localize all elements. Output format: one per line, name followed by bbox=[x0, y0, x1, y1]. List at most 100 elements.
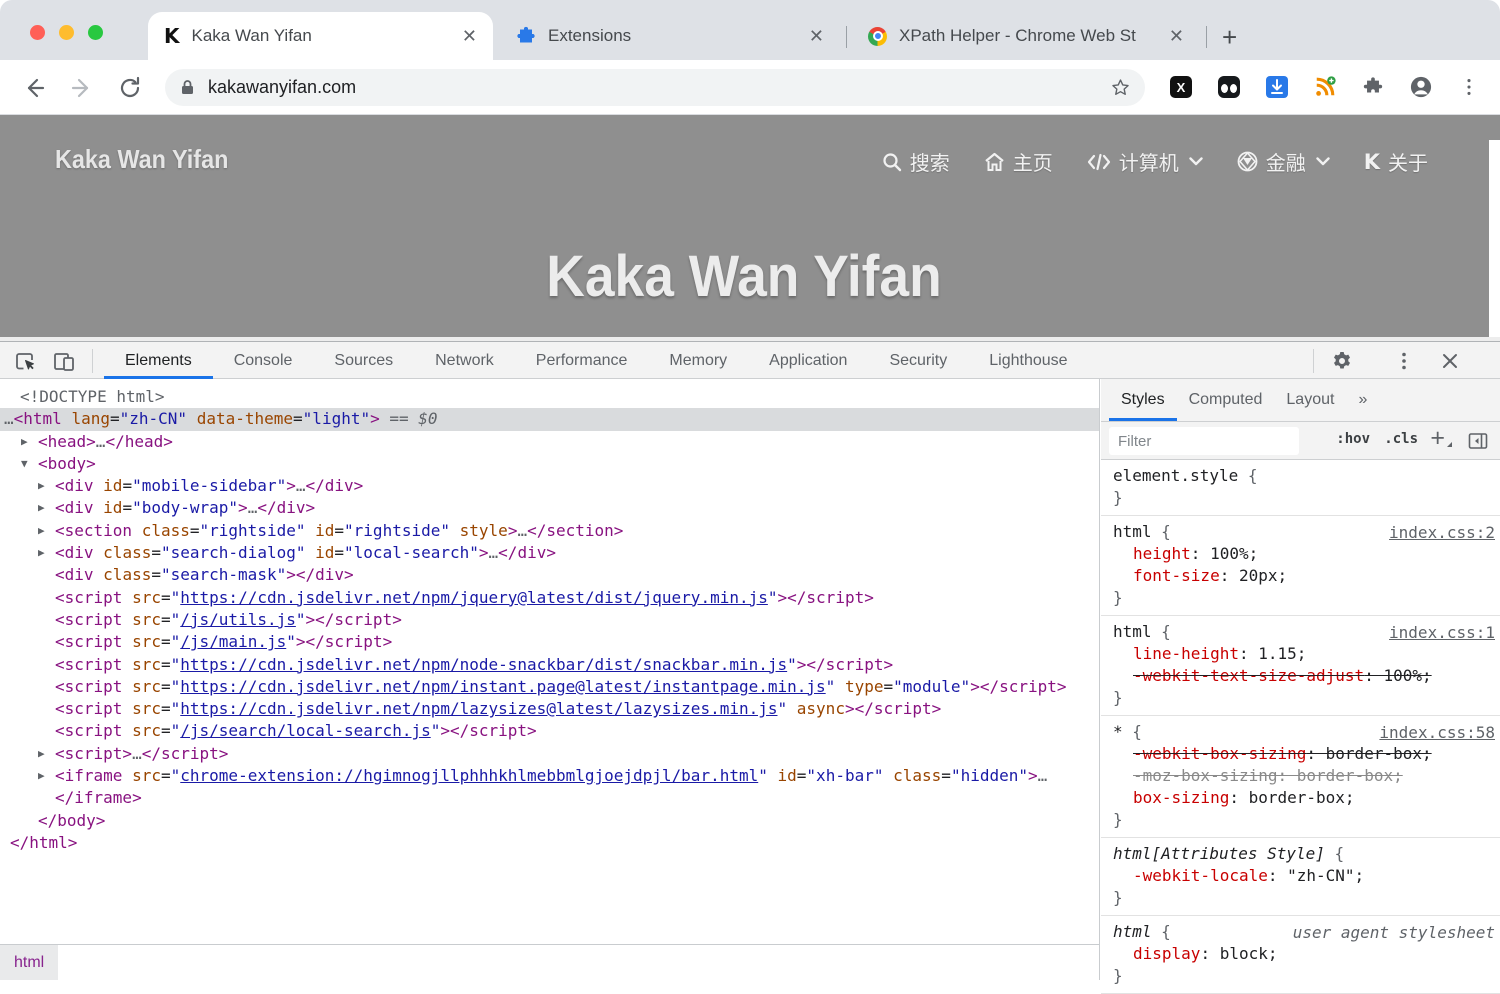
tree-row[interactable]: <!DOCTYPE html> bbox=[0, 386, 1099, 408]
tab-close-icon[interactable]: ✕ bbox=[809, 26, 824, 47]
style-rule[interactable]: element.style {} bbox=[1101, 460, 1500, 516]
devtools-tab-elements[interactable]: Elements bbox=[104, 342, 213, 379]
collapse-arrow-icon[interactable]: ▼ bbox=[21, 453, 28, 475]
browser-tab-xpath[interactable]: XPath Helper - Chrome Web St ✕ bbox=[852, 12, 1200, 60]
expand-arrow-icon[interactable]: ▶ bbox=[38, 475, 45, 497]
inspect-element-icon[interactable] bbox=[13, 349, 37, 373]
devtools-close-icon[interactable] bbox=[1438, 349, 1462, 373]
reload-button[interactable] bbox=[116, 74, 144, 102]
new-style-rule-button[interactable]: + bbox=[1430, 424, 1445, 453]
tree-row[interactable]: ▶<div id="mobile-sidebar">…</div> bbox=[0, 475, 1099, 497]
devtools-tab-application[interactable]: Application bbox=[748, 342, 868, 379]
minimize-window-button[interactable] bbox=[59, 25, 74, 40]
nav-search[interactable]: 搜索 bbox=[882, 147, 950, 176]
tree-row[interactable]: ▶<iframe src="chrome-extension://hgimnog… bbox=[0, 765, 1099, 787]
forward-button[interactable] bbox=[68, 74, 96, 102]
expand-arrow-icon[interactable]: ▶ bbox=[21, 431, 28, 453]
sidebar-tab-layout[interactable]: Layout bbox=[1274, 379, 1346, 421]
pseudo-state-toggle[interactable]: :hov bbox=[1336, 431, 1370, 447]
browser-tab-kaka[interactable]: K Kaka Wan Yifan ✕ bbox=[148, 12, 493, 60]
tab-close-icon[interactable]: ✕ bbox=[462, 26, 477, 47]
back-button[interactable] bbox=[20, 74, 48, 102]
tree-row[interactable]: <div class="search-mask"></div> bbox=[0, 564, 1099, 586]
extensions-menu-icon[interactable] bbox=[1362, 76, 1384, 98]
tree-row[interactable]: ▶<section class="rightside" id="rightsid… bbox=[0, 520, 1099, 542]
nav-about[interactable]: K 关于 bbox=[1364, 147, 1428, 176]
css-property[interactable]: -webkit-text-size-adjust: 100%; bbox=[1113, 665, 1490, 687]
devtools-tab-security[interactable]: Security bbox=[868, 342, 968, 379]
devtools-tab-sources[interactable]: Sources bbox=[313, 342, 414, 379]
devtools-menu-icon[interactable] bbox=[1392, 349, 1416, 373]
browser-tab-extensions[interactable]: Extensions ✕ bbox=[500, 12, 840, 60]
expand-arrow-icon[interactable]: ▶ bbox=[38, 520, 45, 542]
tree-row[interactable]: <script src="/js/main.js"></script> bbox=[0, 631, 1099, 653]
download-extension-icon[interactable] bbox=[1266, 76, 1288, 98]
css-property[interactable]: height: 100%; bbox=[1113, 543, 1490, 565]
devtools-settings-gear-icon[interactable] bbox=[1330, 349, 1354, 373]
tree-row[interactable]: </html> bbox=[0, 832, 1099, 854]
element-class-toggle[interactable]: .cls bbox=[1384, 431, 1418, 447]
bookmark-star-icon[interactable] bbox=[1110, 77, 1131, 98]
css-property[interactable]: -webkit-box-sizing: border-box; bbox=[1113, 743, 1490, 765]
nav-computer[interactable]: 计算机 bbox=[1087, 147, 1203, 176]
tree-row[interactable]: <script src="/js/search/local-search.js"… bbox=[0, 720, 1099, 742]
rss-extension-icon[interactable] bbox=[1314, 76, 1336, 98]
devtools-tab-performance[interactable]: Performance bbox=[515, 342, 649, 379]
address-bar[interactable]: kakawanyifan.com bbox=[165, 69, 1145, 106]
sidebar-more-tabs-icon[interactable]: » bbox=[1346, 379, 1379, 421]
tree-row[interactable]: </iframe> bbox=[0, 787, 1099, 809]
tree-row[interactable]: ▼<body> bbox=[0, 453, 1099, 475]
devtools-tab-lighthouse[interactable]: Lighthouse bbox=[968, 342, 1088, 379]
css-property[interactable]: -moz-box-sizing: border-box; bbox=[1113, 765, 1490, 787]
sidebar-tab-computed[interactable]: Computed bbox=[1177, 379, 1275, 421]
expand-arrow-icon[interactable]: ▶ bbox=[38, 765, 45, 787]
expand-arrow-icon[interactable]: ▶ bbox=[38, 497, 45, 519]
profile-avatar[interactable] bbox=[1410, 76, 1432, 98]
x-extension-icon[interactable]: X bbox=[1170, 76, 1192, 98]
site-logo[interactable]: Kaka Wan Yifan bbox=[55, 144, 228, 175]
stylesheet-link[interactable]: index.css:2 bbox=[1389, 522, 1495, 544]
tree-row[interactable]: <script src="/js/utils.js"></script> bbox=[0, 609, 1099, 631]
style-rule[interactable]: html {index.css:1line-height: 1.15;-webk… bbox=[1101, 616, 1500, 716]
devtools-tab-network[interactable]: Network bbox=[414, 342, 515, 379]
tree-row[interactable]: <script src="https://cdn.jsdelivr.net/np… bbox=[0, 676, 1099, 698]
nav-home[interactable]: 主页 bbox=[984, 147, 1053, 176]
css-property[interactable]: -webkit-locale: "zh-CN"; bbox=[1113, 865, 1490, 887]
toggle-sidebar-icon[interactable] bbox=[1468, 431, 1488, 451]
expand-arrow-icon[interactable]: ▶ bbox=[38, 542, 45, 564]
stylesheet-link[interactable]: index.css:58 bbox=[1379, 722, 1495, 744]
style-rule[interactable]: html {user agent stylesheetdisplay: bloc… bbox=[1101, 916, 1500, 994]
style-rule[interactable]: html {index.css:2height: 100%;font-size:… bbox=[1101, 516, 1500, 616]
nav-finance[interactable]: 金融 bbox=[1237, 147, 1330, 176]
tree-row[interactable]: …<html lang="zh-CN" data-theme="light"> … bbox=[0, 408, 1099, 430]
style-rule[interactable]: html[Attributes Style] {-webkit-locale: … bbox=[1101, 838, 1500, 916]
styles-filter-input[interactable]: Filter bbox=[1109, 427, 1299, 455]
tree-row[interactable]: ▶<div id="body-wrap">…</div> bbox=[0, 497, 1099, 519]
page-scrollbar[interactable] bbox=[1489, 140, 1500, 337]
devtools-tab-console[interactable]: Console bbox=[213, 342, 314, 379]
devtools-tab-memory[interactable]: Memory bbox=[648, 342, 748, 379]
css-property[interactable]: display: block; bbox=[1113, 943, 1490, 965]
expand-arrow-icon[interactable]: ▶ bbox=[38, 743, 45, 765]
device-toolbar-icon[interactable] bbox=[52, 349, 76, 373]
css-property[interactable]: box-sizing: border-box; bbox=[1113, 787, 1490, 809]
stylesheet-link[interactable]: index.css:1 bbox=[1389, 622, 1495, 644]
eyes-extension-icon[interactable] bbox=[1218, 76, 1240, 98]
zoom-window-button[interactable] bbox=[88, 25, 103, 40]
css-property[interactable]: font-size: 20px; bbox=[1113, 565, 1490, 587]
close-window-button[interactable] bbox=[30, 25, 45, 40]
tree-row[interactable]: ▶<head>…</head> bbox=[0, 431, 1099, 453]
tab-close-icon[interactable]: ✕ bbox=[1169, 26, 1184, 47]
browser-menu-icon[interactable] bbox=[1458, 76, 1480, 98]
tree-row[interactable]: ▶<script>…</script> bbox=[0, 743, 1099, 765]
style-rule[interactable]: * {index.css:58-webkit-box-sizing: borde… bbox=[1101, 716, 1500, 838]
sidebar-tab-styles[interactable]: Styles bbox=[1109, 379, 1177, 421]
tree-row[interactable]: ▶<div class="search-dialog" id="local-se… bbox=[0, 542, 1099, 564]
tree-row[interactable]: </body> bbox=[0, 810, 1099, 832]
tree-row[interactable]: <script src="https://cdn.jsdelivr.net/np… bbox=[0, 698, 1099, 720]
breadcrumb-html[interactable]: html bbox=[0, 945, 58, 980]
tree-row[interactable]: <script src="https://cdn.jsdelivr.net/np… bbox=[0, 587, 1099, 609]
new-tab-button[interactable]: + bbox=[1222, 22, 1237, 53]
tree-row[interactable]: <script src="https://cdn.jsdelivr.net/np… bbox=[0, 654, 1099, 676]
css-property[interactable]: line-height: 1.15; bbox=[1113, 643, 1490, 665]
